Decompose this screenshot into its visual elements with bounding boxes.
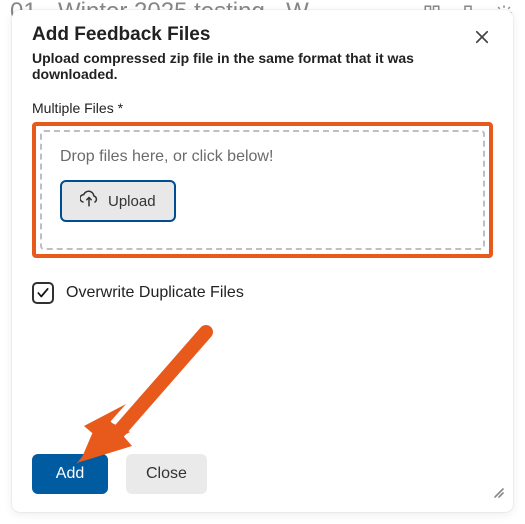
upload-icon	[80, 190, 98, 212]
add-button[interactable]: Add	[32, 454, 108, 494]
upload-button-label: Upload	[108, 193, 156, 210]
annotation-highlight-box: Drop files here, or click below! Upload	[32, 122, 493, 258]
dialog-title: Add Feedback Files	[32, 24, 493, 46]
resize-handle-icon[interactable]	[489, 483, 505, 504]
multiple-files-label: Multiple Files *	[32, 100, 493, 116]
overwrite-checkbox[interactable]	[32, 282, 54, 304]
add-feedback-files-dialog: Add Feedback Files Upload compressed zip…	[12, 10, 513, 512]
overwrite-checkbox-label: Overwrite Duplicate Files	[66, 284, 244, 302]
dialog-footer: Add Close	[32, 454, 207, 494]
dropzone-hint: Drop files here, or click below!	[60, 148, 465, 166]
file-dropzone[interactable]: Drop files here, or click below! Upload	[40, 130, 485, 250]
dialog-subtitle: Upload compressed zip file in the same f…	[32, 50, 493, 82]
overwrite-row: Overwrite Duplicate Files	[32, 282, 493, 304]
close-button[interactable]: Close	[126, 454, 207, 494]
close-icon[interactable]	[473, 28, 495, 50]
upload-button[interactable]: Upload	[60, 180, 176, 222]
